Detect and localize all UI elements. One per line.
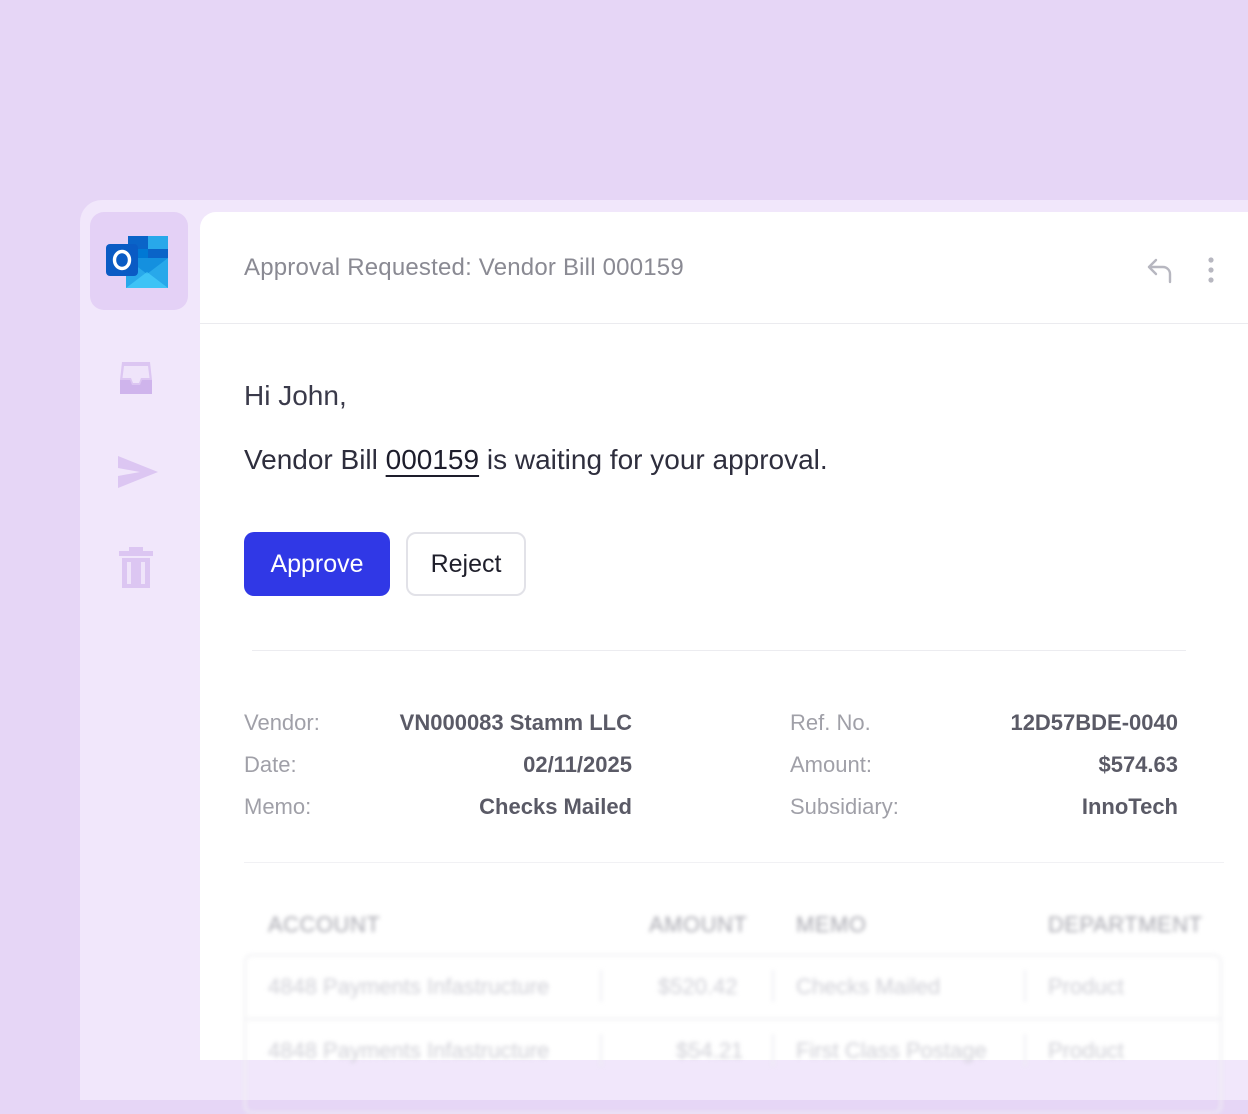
- table-body: 4848 Payments Infastructure $520.42 Chec…: [244, 954, 1222, 1114]
- column-separator: [600, 970, 602, 1002]
- subsidiary-label: Subsidiary:: [790, 794, 899, 819]
- email-greeting: Hi John,: [244, 380, 347, 411]
- outlook-logo-icon: [106, 236, 168, 288]
- column-header-account: ACCOUNT: [268, 912, 381, 937]
- email-panel: Approval Requested: Vendor Bill 000159 H…: [200, 212, 1248, 1114]
- vendor-bill-link[interactable]: 000159: [386, 444, 479, 475]
- column-header-department: DEPARTMENT: [1048, 912, 1203, 937]
- message-prefix: Vendor Bill: [244, 444, 386, 475]
- trash-icon[interactable]: [116, 546, 156, 590]
- cell-account: 4848 Payments Infastructure: [268, 974, 550, 999]
- column-separator: [1024, 970, 1026, 1002]
- ref-no-label: Ref. No.: [790, 710, 871, 735]
- column-header-memo: MEMO: [796, 912, 867, 937]
- cell-account: 4848 Payments Infastructure: [268, 1038, 550, 1063]
- expense-lines-table: ACCOUNT AMOUNT MEMO DEPARTMENT 4848 Paym…: [244, 902, 1224, 1114]
- sidebar: [80, 200, 200, 1060]
- vendor-value: VN000083 Stamm LLC: [399, 710, 632, 735]
- cell-memo: First Class Postage: [796, 1038, 987, 1063]
- email-message: Vendor Bill 000159 is waiting for your a…: [244, 444, 828, 476]
- subsidiary-value: InnoTech: [1081, 794, 1178, 819]
- column-header-amount: AMOUNT: [649, 912, 748, 937]
- divider: [252, 650, 1186, 651]
- amount-label: Amount:: [790, 752, 872, 777]
- ref-no-value: 12D57BDE-0040: [1010, 710, 1178, 735]
- column-separator: [772, 970, 774, 1002]
- cell-amount: $54.21: [676, 1038, 744, 1063]
- cell-department: Product: [1048, 974, 1124, 999]
- vendor-label: Vendor:: [244, 710, 320, 735]
- email-subject: Approval Requested: Vendor Bill 000159: [244, 254, 684, 281]
- send-icon[interactable]: [116, 452, 160, 492]
- table-row[interactable]: 4848 Payments Infastructure $520.42 Chec…: [246, 956, 1222, 1018]
- cell-memo: Checks Mailed: [796, 974, 941, 999]
- approve-button[interactable]: Approve: [244, 532, 390, 596]
- message-suffix: is waiting for your approval.: [479, 444, 828, 475]
- reject-button[interactable]: Reject: [406, 532, 526, 596]
- amount-value: $574.63: [1098, 752, 1178, 777]
- date-value: 02/11/2025: [523, 752, 632, 777]
- column-separator: [772, 1034, 774, 1066]
- cell-department: Product: [1048, 1038, 1124, 1063]
- reply-icon[interactable]: [1146, 256, 1174, 289]
- column-separator: [1024, 1034, 1026, 1066]
- date-label: Date:: [244, 752, 297, 777]
- cell-amount: $520.42: [658, 974, 738, 999]
- memo-label: Memo:: [244, 794, 312, 819]
- table-row[interactable]: 4848 Payments Infastructure $54.21 First…: [246, 1018, 1222, 1082]
- column-separator: [600, 1034, 602, 1066]
- inbox-icon[interactable]: [116, 356, 156, 396]
- email-header: Approval Requested: Vendor Bill 000159: [200, 212, 1248, 324]
- divider: [244, 862, 1224, 863]
- memo-value: Checks Mailed: [479, 794, 632, 819]
- more-options-icon[interactable]: [1205, 256, 1217, 289]
- outlook-app-tile[interactable]: [90, 212, 188, 310]
